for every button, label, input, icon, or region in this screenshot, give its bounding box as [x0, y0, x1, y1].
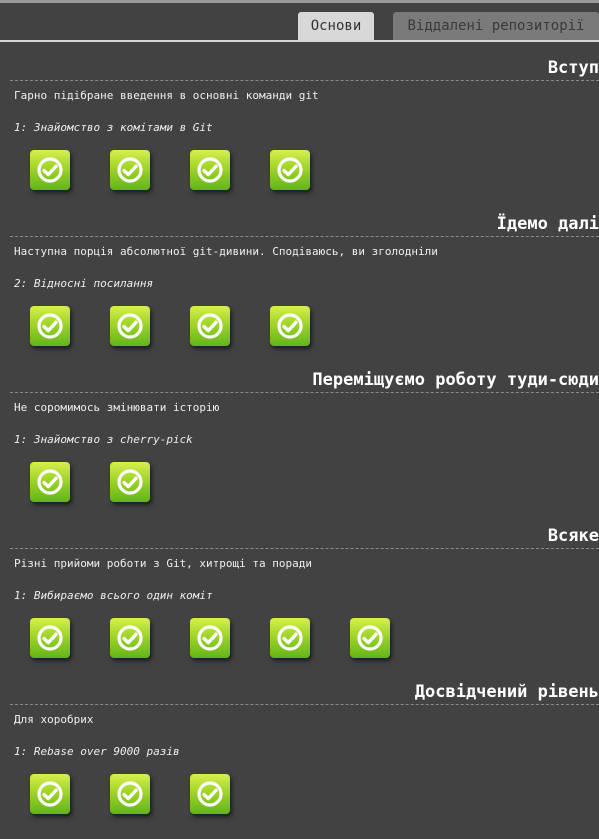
- section-divider: [10, 548, 599, 549]
- section-title: Їдемо далі: [496, 214, 599, 234]
- section-divider: [10, 80, 599, 81]
- level-button[interactable]: [350, 618, 390, 658]
- section-divider: [10, 392, 599, 393]
- level-button[interactable]: [110, 462, 150, 502]
- tab-bar: Основи Віддалені репозиторії: [0, 3, 599, 42]
- level-button[interactable]: [30, 306, 70, 346]
- level-button[interactable]: [270, 150, 310, 190]
- level-button[interactable]: [30, 150, 70, 190]
- level-button[interactable]: [270, 306, 310, 346]
- section-title: Досвідчений рівень: [414, 682, 599, 702]
- section-current-level: 1: Знайомство з cherry-pick: [14, 433, 193, 446]
- tab-basics[interactable]: Основи: [298, 12, 374, 40]
- section-title: Всяке: [547, 526, 599, 546]
- level-button[interactable]: [110, 150, 150, 190]
- section-description: Гарно підібране введення в основні коман…: [14, 89, 319, 102]
- level-button[interactable]: [30, 618, 70, 658]
- section-divider: [10, 704, 599, 705]
- level-button[interactable]: [110, 618, 150, 658]
- section-current-level: 2: Відносні посилання: [14, 277, 154, 290]
- section-current-level: 1: Rebase over 9000 разів: [14, 745, 180, 758]
- section-description: Для хоробрих: [14, 713, 94, 726]
- section-description: Не соромимось змінювати історію: [14, 401, 220, 414]
- level-button[interactable]: [110, 306, 150, 346]
- level-button[interactable]: [270, 618, 310, 658]
- level-button[interactable]: [110, 774, 150, 814]
- section-divider: [10, 236, 599, 237]
- level-button[interactable]: [30, 462, 70, 502]
- section-description: Наступна порція абсолютної git-дивини. С…: [14, 245, 438, 258]
- level-button[interactable]: [190, 150, 230, 190]
- section-title: Вступ: [547, 58, 599, 78]
- section-description: Різні прийоми роботи з Git, хитрощі та п…: [14, 557, 313, 570]
- section-current-level: 1: Знайомство з комітами в Git: [14, 121, 213, 134]
- section-current-level: 1: Вибираємо всього один коміт: [14, 589, 213, 602]
- level-button[interactable]: [190, 774, 230, 814]
- level-button[interactable]: [30, 774, 70, 814]
- section-title: Переміщуємо роботу туди-сюди: [312, 370, 599, 390]
- level-button[interactable]: [190, 618, 230, 658]
- tab-remote-repositories[interactable]: Віддалені репозиторії: [393, 12, 599, 40]
- level-button[interactable]: [190, 306, 230, 346]
